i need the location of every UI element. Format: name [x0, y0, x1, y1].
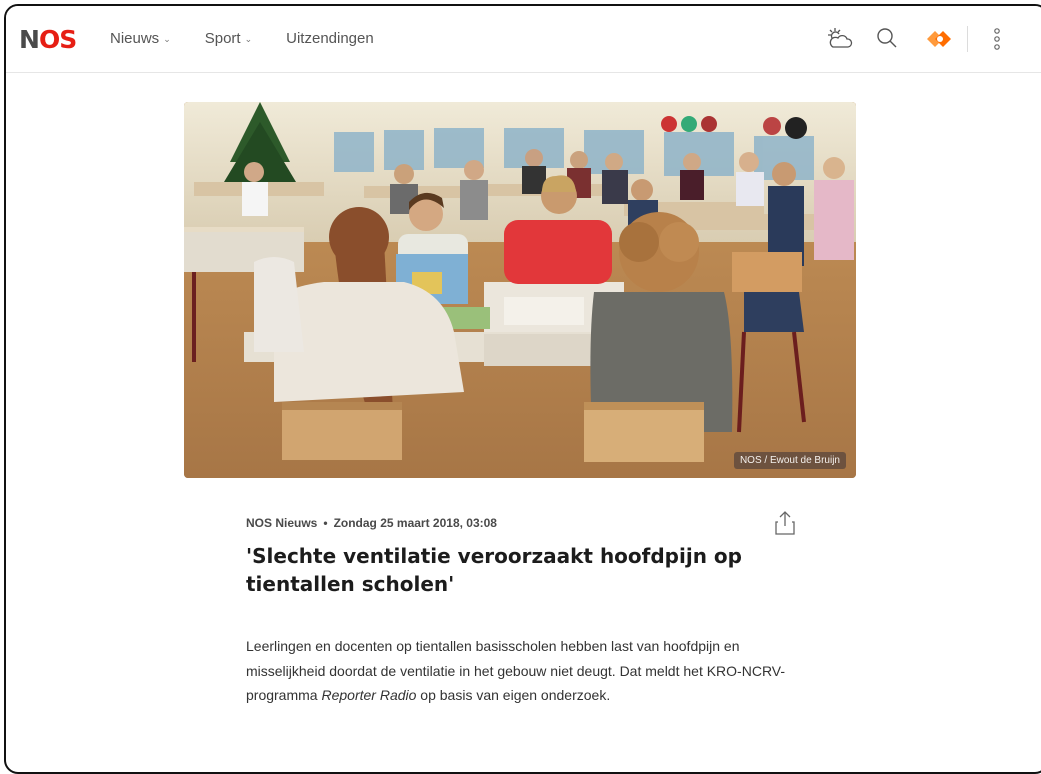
search-icon[interactable] — [875, 26, 899, 55]
logo-letter: S — [59, 25, 77, 54]
nav-item-sport[interactable]: Sport ⌄ — [205, 30, 252, 47]
article: NOS / Ewout de Bruijn — [184, 102, 856, 478]
nav-label: Nieuws — [110, 30, 160, 47]
share-icon[interactable] — [774, 510, 796, 541]
weather-icon[interactable] — [826, 26, 854, 57]
header-divider — [967, 26, 968, 52]
nav-label: Sport — [204, 30, 241, 47]
top-navigation-bar: NOS Nieuws ⌄ Sport ⌄ Uitzendingen — [6, 6, 1041, 73]
nos-logo[interactable]: NOS — [19, 25, 77, 54]
chevron-down-icon: ⌄ — [244, 34, 253, 44]
lead-text-end: op basis van eigen onderzoek. — [416, 687, 611, 703]
logo-text: NOS — [19, 25, 77, 54]
article-source[interactable]: NOS Nieuws — [246, 516, 317, 530]
meta-separator: • — [323, 516, 328, 530]
program-name: Reporter Radio — [321, 687, 417, 703]
article-title: 'Slechte ventilatie veroorzaakt hoofdpij… — [246, 544, 742, 596]
nav-item-nieuws[interactable]: Nieuws ⌄ — [110, 30, 171, 47]
nav-item-uitzendingen[interactable]: Uitzendingen — [286, 30, 374, 47]
logo-letter: O — [38, 25, 60, 54]
logo-letter: N — [19, 25, 40, 54]
image-credit: NOS / Ewout de Bruijn — [733, 452, 846, 469]
chevron-down-icon: ⌄ — [163, 34, 171, 44]
npo-icon[interactable] — [925, 29, 955, 54]
article-lead: Leerlingen en docenten op tientallen bas… — [246, 634, 806, 708]
main-nav: Nieuws ⌄ Sport ⌄ Uitzendingen — [110, 30, 408, 47]
browser-frame: NOS Nieuws ⌄ Sport ⌄ Uitzendingen NOS / … — [4, 4, 1041, 774]
article-date: Zondag 25 maart 2018, 03:08 — [333, 516, 497, 530]
nav-label: Uitzendingen — [286, 30, 374, 47]
article-meta: NOS Nieuws • Zondag 25 maart 2018, 03:08 — [246, 516, 497, 530]
article-hero-image: NOS / Ewout de Bruijn — [184, 102, 856, 478]
more-icon[interactable] — [992, 26, 1002, 57]
